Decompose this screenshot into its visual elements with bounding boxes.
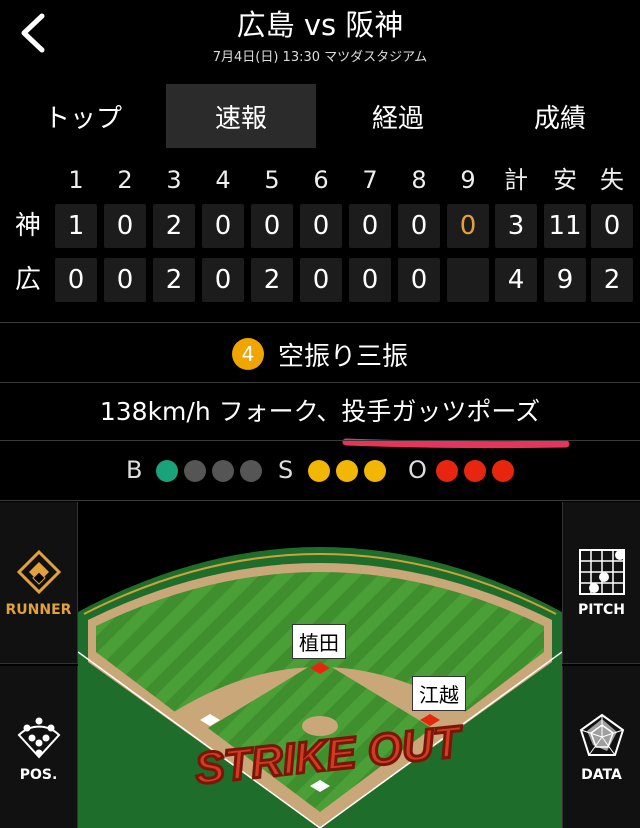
play-result: 4 空振り三振 xyxy=(0,326,640,382)
score-cell: 1 xyxy=(55,204,97,248)
team-home: 広 xyxy=(14,265,41,295)
score-cell: 0 xyxy=(591,204,633,248)
play-description: 138km/h フォーク、投手ガッツポーズ xyxy=(99,397,541,426)
score-cell: 0 xyxy=(202,258,244,302)
score-cell: 0 xyxy=(251,204,293,248)
batter-number-badge: 4 xyxy=(231,338,264,370)
inning-header: 8 xyxy=(411,166,427,194)
data-button[interactable]: DATA xyxy=(562,666,640,828)
divider xyxy=(0,500,640,501)
inning-header: 5 xyxy=(264,166,280,194)
balls-label: B xyxy=(126,456,143,484)
score-cell xyxy=(447,258,489,302)
positions-icon xyxy=(17,717,60,759)
game-info: 7月4日(日) 13:30 マツダスタジアム xyxy=(212,50,428,65)
positions-button[interactable]: POS. xyxy=(0,666,78,828)
score-cell: 2 xyxy=(591,258,633,302)
play-result-text: 空振り三振 xyxy=(277,341,408,372)
data-label: DATA xyxy=(581,767,622,783)
score-cell: 0 xyxy=(104,258,146,302)
inning-header: 失 xyxy=(600,166,624,194)
outs-label: O xyxy=(408,456,427,484)
score-cell: 0 xyxy=(300,204,342,248)
inning-header: 3 xyxy=(166,166,182,194)
ball-dot xyxy=(156,460,178,482)
inning-header: 7 xyxy=(362,166,378,194)
score-cell: 0 xyxy=(55,258,97,302)
score-cell: 0 xyxy=(349,258,391,302)
score-cell: 0 xyxy=(447,204,489,248)
ball-dot xyxy=(184,460,206,482)
tab-stats[interactable]: 成績 xyxy=(480,84,640,148)
inning-header: 計 xyxy=(504,166,528,194)
out-dot xyxy=(492,460,514,482)
score-cell: 2 xyxy=(153,204,195,248)
baseball-field: 植田 江越 STRIKE OUT xyxy=(78,502,562,828)
tab-live[interactable]: 速報 xyxy=(166,84,316,148)
score-cell: 0 xyxy=(349,204,391,248)
tab-bar: トップ 速報 経過 成績 xyxy=(0,84,640,148)
strike-out-overlay: STRIKE OUT xyxy=(191,715,467,795)
score-cell: 0 xyxy=(398,258,440,302)
ball-dot xyxy=(240,460,262,482)
diamond-icon xyxy=(16,549,61,594)
header: 広島 vs 阪神 7月4日(日) 13:30 マツダスタジアム xyxy=(0,0,640,80)
score-cell: 4 xyxy=(495,258,537,302)
red-underline-annotation xyxy=(342,438,570,449)
strikes-label: S xyxy=(278,456,294,484)
inning-header: 1 xyxy=(68,166,84,194)
tab-top[interactable]: トップ xyxy=(0,84,166,148)
score-cell: 0 xyxy=(202,204,244,248)
pitch-label: PITCH xyxy=(577,601,625,618)
divider xyxy=(0,440,640,441)
ball-strike-out-count: B S O xyxy=(0,452,640,492)
team-away: 神 xyxy=(14,211,41,241)
divider xyxy=(0,382,640,383)
score-cell: 2 xyxy=(153,258,195,302)
page-title: 広島 vs 阪神 xyxy=(236,8,404,42)
inning-header: 9 xyxy=(460,166,476,194)
strike-dot xyxy=(336,460,358,482)
score-cell: 3 xyxy=(495,204,537,248)
pitch-chart-icon xyxy=(578,548,625,595)
fielder-label-first: 江越 xyxy=(412,676,466,711)
radar-chart-icon xyxy=(579,713,624,756)
ball-dot xyxy=(212,460,234,482)
out-dot xyxy=(464,460,486,482)
strike-dot xyxy=(364,460,386,482)
divider xyxy=(0,322,640,323)
pos-label: POS. xyxy=(19,767,58,783)
runner-label: RUNNER xyxy=(5,601,72,618)
tab-progress[interactable]: 経過 xyxy=(316,84,480,148)
out-dot xyxy=(436,460,458,482)
strike-out-text: STRIKE OUT xyxy=(193,717,466,794)
score-cell: 2 xyxy=(251,258,293,302)
scoreboard: 123456789計安失 神 広 1 0 2 0 0 0 0 0 0 3 11 0 0 0 2 0 2 0 0 0 4 9… xyxy=(0,160,640,310)
fielder-label-second: 植田 xyxy=(292,624,346,659)
score-cell: 0 xyxy=(104,204,146,248)
inning-header: 4 xyxy=(215,166,231,194)
inning-header: 2 xyxy=(117,166,133,194)
pitch-button[interactable]: PITCH xyxy=(562,502,640,664)
inning-header: 6 xyxy=(313,166,329,194)
runner-button[interactable]: RUNNER xyxy=(0,502,78,664)
score-cell: 0 xyxy=(398,204,440,248)
score-cell: 0 xyxy=(300,258,342,302)
strike-dot xyxy=(308,460,330,482)
inning-header: 安 xyxy=(553,166,577,194)
score-cell: 9 xyxy=(544,258,586,302)
score-cell: 11 xyxy=(544,204,586,248)
